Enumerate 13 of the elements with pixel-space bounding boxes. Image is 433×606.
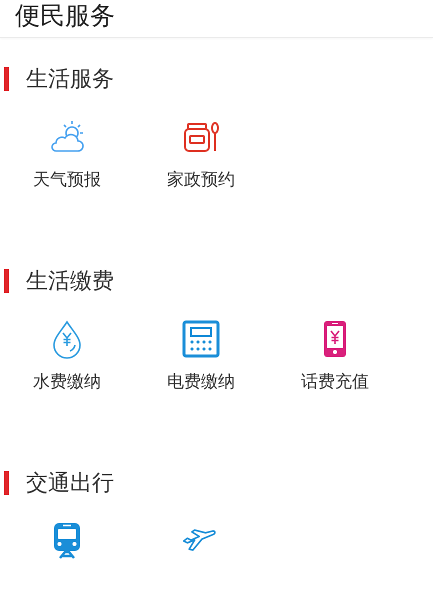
service-item[interactable]: 水费缴纳: [0, 319, 134, 394]
service-item[interactable]: 家政预约: [134, 117, 268, 192]
service-item[interactable]: 天气预报: [0, 117, 134, 192]
section-marker: [4, 66, 9, 90]
section-title: 交通出行: [26, 469, 114, 497]
service-item[interactable]: 电费缴纳: [134, 319, 268, 394]
meter-icon: [181, 319, 221, 359]
page-title: 便民服务: [15, 0, 115, 32]
section-marker: [4, 470, 9, 494]
service-item[interactable]: 话费充值: [268, 319, 402, 394]
section-title: 生活服务: [26, 65, 114, 93]
section-marker: [4, 268, 9, 292]
section-title: 生活缴费: [26, 267, 114, 295]
